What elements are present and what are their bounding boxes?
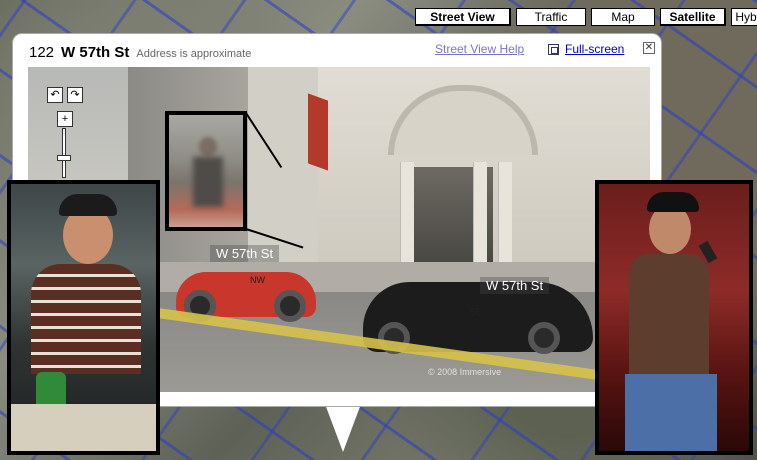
street-view-help-link[interactable]: Street View Help — [435, 42, 524, 56]
brown-shirt — [629, 254, 709, 374]
zoom-in-icon[interactable]: + — [57, 111, 73, 127]
address-number: 122 — [29, 44, 55, 61]
street-label-nw: W 57th St — [210, 245, 280, 262]
blurred-head — [199, 137, 217, 157]
column — [473, 162, 487, 267]
red-car — [176, 272, 316, 322]
bubble-tail — [325, 404, 361, 452]
wheel — [528, 322, 560, 354]
fullscreen-icon — [548, 43, 559, 55]
address-note: Address is approximate — [136, 48, 252, 60]
wheel — [274, 290, 306, 322]
bubble-header: 122 W 57th St Address is approximate — [29, 44, 251, 61]
rotate-left-icon[interactable]: ↶ — [47, 87, 63, 103]
map-type-bar: Street View Traffic Map Satellite Hyb — [415, 8, 757, 26]
column — [498, 162, 512, 267]
direction-se[interactable]: SE — [470, 307, 482, 317]
zoom-slider[interactable] — [62, 128, 66, 178]
zoom-slider-thumb[interactable] — [57, 155, 71, 161]
close-icon[interactable]: ✕ — [643, 42, 655, 54]
satellite-button[interactable]: Satellite — [660, 8, 726, 26]
traffic-button[interactable]: Traffic — [516, 8, 586, 26]
pants — [11, 404, 156, 451]
cap — [59, 194, 117, 216]
person-photo-right — [595, 180, 753, 455]
red-flag — [308, 93, 328, 171]
rotate-right-icon[interactable]: ↷ — [67, 87, 83, 103]
fullscreen-link[interactable]: Full-screen — [548, 42, 624, 56]
striped-shirt — [31, 264, 141, 374]
fullscreen-label: Full-screen — [565, 42, 625, 56]
street-view-button[interactable]: Street View — [415, 8, 511, 26]
imagery-copyright: © 2008 Immersive — [428, 367, 502, 377]
person-photo-left — [7, 180, 160, 455]
street-label-se: W 57th St — [480, 277, 550, 294]
hybrid-button[interactable]: Hyb — [731, 8, 757, 26]
blurred-body — [193, 157, 223, 207]
direction-nw[interactable]: NW — [250, 275, 265, 285]
address-street: W 57th St — [61, 44, 130, 61]
map-button[interactable]: Map — [591, 8, 655, 26]
cap — [647, 192, 699, 212]
column — [400, 162, 414, 267]
jeans — [625, 374, 717, 451]
blurred-pedestrian-zoom — [165, 111, 247, 231]
